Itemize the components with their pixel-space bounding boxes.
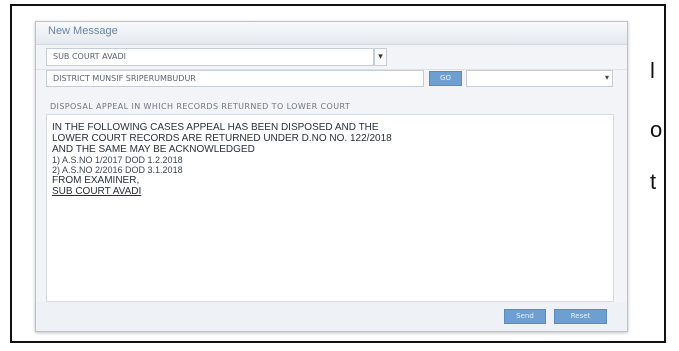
dialog-title: New Message	[48, 25, 118, 37]
court-select[interactable]: ▾	[466, 70, 613, 87]
body-line: LOWER COURT RECORDS ARE RETURNED UNDER D…	[52, 133, 392, 144]
edge-letter: t	[650, 169, 657, 194]
recipient-dropdown-toggle[interactable]: ▾	[374, 48, 387, 66]
recipient-select[interactable]: SUB COURT AVADI	[46, 48, 374, 66]
go-button[interactable]: GO	[429, 71, 462, 86]
reset-button[interactable]: Reset	[554, 309, 607, 324]
chevron-down-icon: ▾	[604, 73, 609, 82]
body-line: FROM EXAMINER,	[52, 175, 140, 186]
new-message-dialog: New Message SUB COURT AVADI ▾ DISTRICT M…	[35, 21, 628, 332]
message-subject[interactable]: DISPOSAL APPEAL IN WHICH RECORDS RETURNE…	[50, 102, 350, 111]
message-body[interactable]: IN THE FOLLOWING CASES APPEAL HAS BEEN D…	[46, 114, 614, 302]
body-line: IN THE FOLLOWING CASES APPEAL HAS BEEN D…	[52, 122, 379, 133]
court-search-value: DISTRICT MUNSIF SRIPERUMBUDUR	[53, 74, 196, 83]
send-button[interactable]: Send	[504, 309, 546, 324]
recipient-select-value: SUB COURT AVADI	[53, 52, 127, 61]
edge-letter: l	[650, 58, 655, 83]
dialog-title-bar: New Message	[36, 22, 627, 45]
body-signature: SUB COURT AVADI	[52, 186, 142, 197]
body-line: AND THE SAME MAY BE ACKNOWLEDGED	[52, 144, 255, 155]
court-search-input[interactable]: DISTRICT MUNSIF SRIPERUMBUDUR	[46, 70, 424, 87]
chevron-down-icon: ▾	[378, 52, 383, 62]
edge-letter: o	[650, 117, 663, 142]
